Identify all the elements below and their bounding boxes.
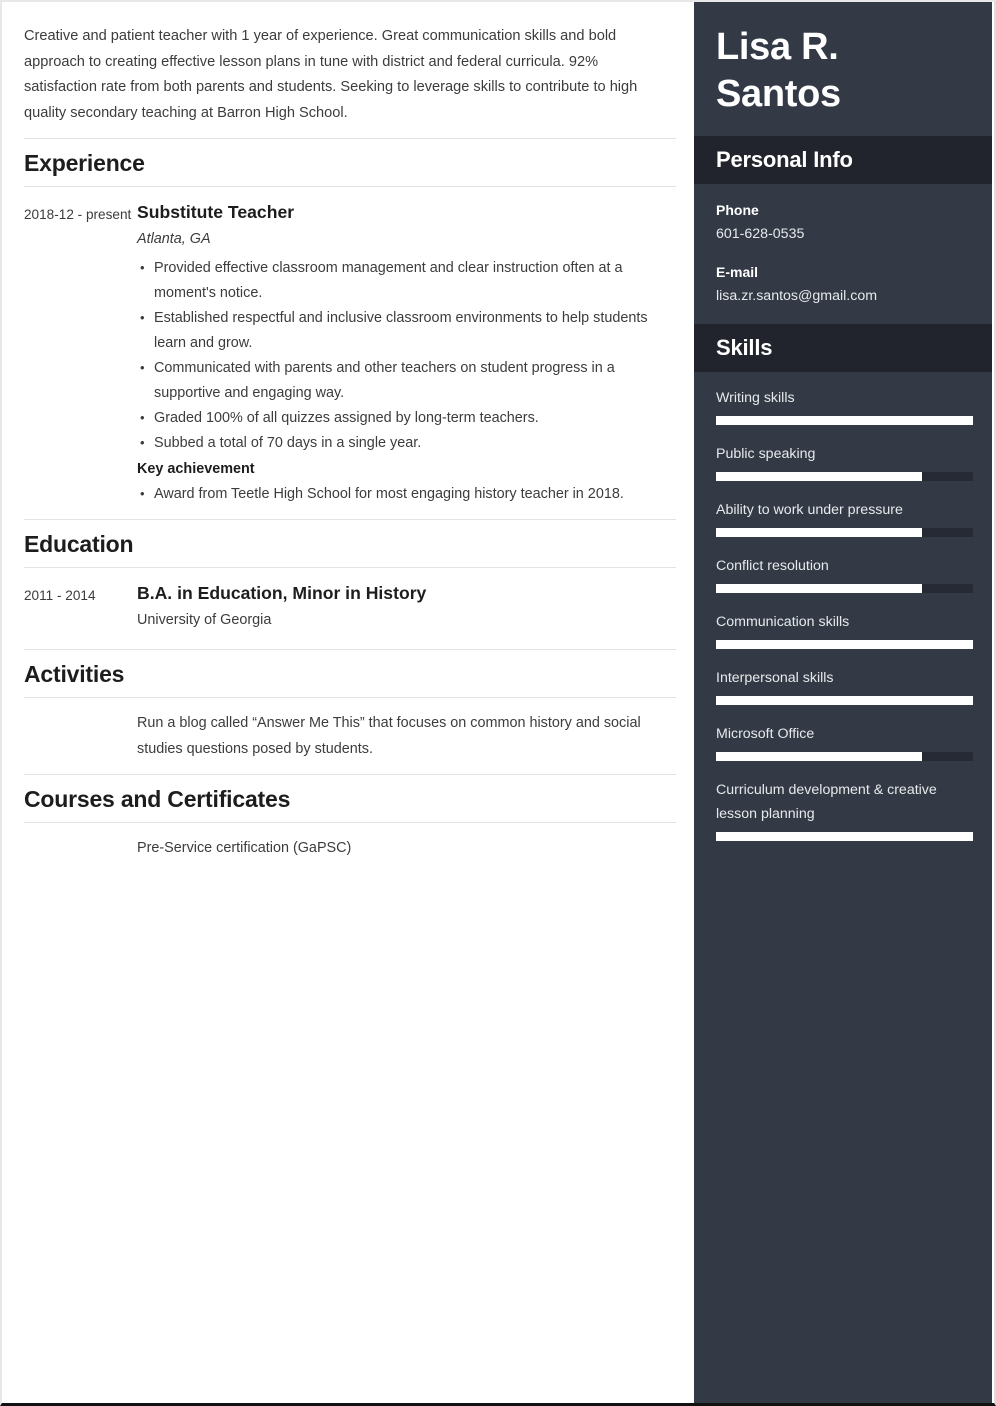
- courses-entry-body: Pre-Service certification (GaPSC): [137, 836, 676, 862]
- skill-bar-track: [716, 472, 973, 481]
- resume-main-column: Creative and patient teacher with 1 year…: [2, 2, 696, 1403]
- activities-text: Run a blog called “Answer Me This” that …: [137, 715, 641, 757]
- section-header-activities: Activities: [24, 649, 676, 698]
- skill-bar-fill: [716, 640, 973, 649]
- skill-item: Communication skills: [716, 610, 973, 649]
- resume-sidebar: Lisa R. Santos Personal Info Phone 601-6…: [694, 2, 992, 1403]
- skill-label: Conflict resolution: [716, 558, 829, 574]
- contact-value-email: lisa.zr.santos@gmail.com: [716, 288, 878, 304]
- activities-entry: Run a blog called “Answer Me This” that …: [24, 698, 676, 774]
- activities-date-spacer: [24, 711, 137, 762]
- skill-bar-track: [716, 584, 973, 593]
- skill-bar-track: [716, 416, 973, 425]
- education-school: University of Georgia: [137, 612, 272, 628]
- sidebar-title-skills: Skills: [716, 335, 773, 360]
- skill-bar-fill: [716, 528, 922, 537]
- skill-item: Microsoft Office: [716, 722, 973, 761]
- skill-label: Writing skills: [716, 390, 795, 406]
- personal-info-list: Phone 601-628-0535 E-mail lisa.zr.santos…: [694, 184, 992, 324]
- key-achievement-label: Key achievement: [137, 461, 255, 477]
- skill-bar-fill: [716, 752, 922, 761]
- skill-label: Curriculum development & creative lesson…: [716, 782, 937, 822]
- skill-bar-track: [716, 640, 973, 649]
- experience-location: Atlanta, GA: [137, 231, 211, 247]
- skill-bar-track: [716, 528, 973, 537]
- section-title-education: Education: [24, 531, 134, 557]
- list-item: Provided effective classroom management …: [137, 255, 652, 306]
- skill-bar-fill: [716, 696, 973, 705]
- section-education: Education 2011 - 2014 B.A. in Education,…: [24, 519, 676, 649]
- section-header-courses: Courses and Certificates: [24, 774, 676, 823]
- skill-bar-track: [716, 752, 973, 761]
- sidebar-name-block: Lisa R. Santos: [694, 2, 992, 136]
- summary-paragraph: Creative and patient teacher with 1 year…: [24, 28, 638, 121]
- skill-item: Public speaking: [716, 442, 973, 481]
- education-entry-dates: 2011 - 2014: [24, 588, 96, 603]
- key-achievement-list: Award from Teetle High School for most e…: [137, 481, 652, 507]
- education-entry-body: B.A. in Education, Minor in History Univ…: [137, 581, 676, 637]
- skill-label: Public speaking: [716, 446, 816, 462]
- section-courses: Courses and Certificates Pre-Service cer…: [24, 774, 676, 874]
- experience-job-title: Substitute Teacher: [137, 202, 295, 222]
- contact-label-phone: Phone: [716, 202, 759, 218]
- section-title-activities: Activities: [24, 661, 125, 687]
- skill-bar-fill: [716, 584, 922, 593]
- sidebar-header-skills: Skills: [694, 324, 992, 372]
- skill-item: Interpersonal skills: [716, 666, 973, 705]
- skill-item: Conflict resolution: [716, 554, 973, 593]
- contact-value-phone: 601-628-0535: [716, 226, 805, 242]
- list-item: Communicated with parents and other teac…: [137, 355, 652, 406]
- contact-label-email: E-mail: [716, 264, 759, 280]
- resume-page: Creative and patient teacher with 1 year…: [0, 0, 996, 1406]
- education-degree: B.A. in Education, Minor in History: [137, 583, 427, 603]
- section-experience: Experience 2018-12 - present Substitute …: [24, 138, 676, 519]
- skill-item: Ability to work under pressure: [716, 498, 973, 537]
- section-title-experience: Experience: [24, 150, 145, 176]
- experience-entry-body: Substitute Teacher Atlanta, GA Provided …: [137, 200, 676, 507]
- skill-label: Microsoft Office: [716, 726, 815, 742]
- activities-entry-body: Run a blog called “Answer Me This” that …: [137, 711, 676, 762]
- page-title: Lisa R. Santos: [716, 26, 841, 115]
- experience-entry-dates: 2018-12 - present: [24, 207, 132, 222]
- section-activities: Activities Run a blog called “Answer Me …: [24, 649, 676, 774]
- skill-label: Ability to work under pressure: [716, 502, 903, 518]
- skill-item: Writing skills: [716, 386, 973, 425]
- list-item: Award from Teetle High School for most e…: [137, 481, 652, 507]
- education-entry: 2011 - 2014 B.A. in Education, Minor in …: [24, 568, 676, 649]
- list-item: Graded 100% of all quizzes assigned by l…: [137, 405, 652, 431]
- skill-bar-fill: [716, 472, 922, 481]
- sidebar-title-personal-info: Personal Info: [716, 147, 853, 172]
- section-header-education: Education: [24, 519, 676, 568]
- skill-bar-track: [716, 832, 973, 841]
- skill-label: Communication skills: [716, 614, 850, 630]
- courses-date-spacer: [24, 836, 137, 862]
- section-header-experience: Experience: [24, 138, 676, 187]
- skill-label: Interpersonal skills: [716, 670, 834, 686]
- sidebar-header-personal-info: Personal Info: [694, 136, 992, 184]
- skill-item: Curriculum development & creative lesson…: [716, 778, 973, 841]
- courses-text: Pre-Service certification (GaPSC): [137, 840, 352, 856]
- section-title-courses: Courses and Certificates: [24, 786, 291, 812]
- list-item: Subbed a total of 70 days in a single ye…: [137, 430, 652, 456]
- experience-bullet-list: Provided effective classroom management …: [137, 255, 652, 456]
- skill-bar-fill: [716, 832, 973, 841]
- experience-entry: 2018-12 - present Substitute Teacher Atl…: [24, 187, 676, 519]
- skills-list: Writing skills Public speaking Ability t…: [694, 372, 992, 861]
- skill-bar-fill: [716, 416, 973, 425]
- courses-entry: Pre-Service certification (GaPSC): [24, 823, 676, 874]
- skill-bar-track: [716, 696, 973, 705]
- list-item: Established respectful and inclusive cla…: [137, 305, 652, 356]
